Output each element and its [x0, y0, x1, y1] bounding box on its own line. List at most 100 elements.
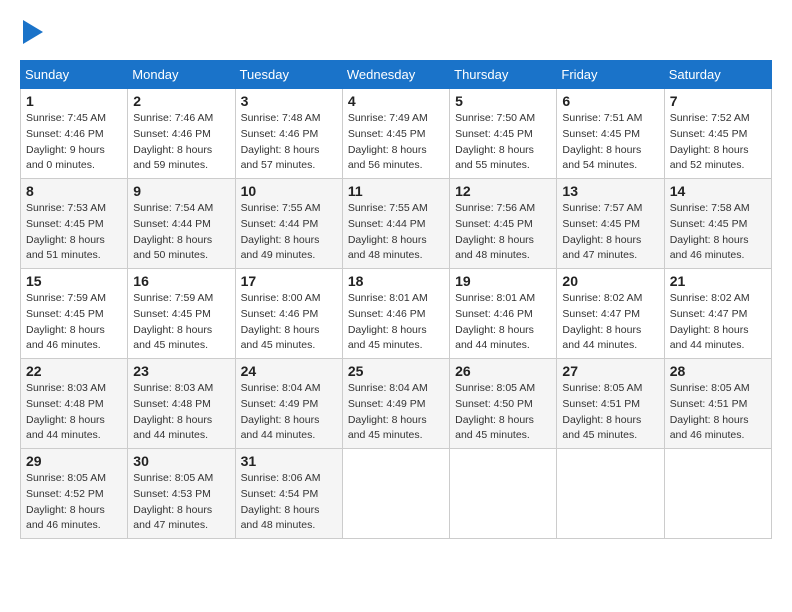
calendar-cell: 26Sunrise: 8:05 AMSunset: 4:50 PMDayligh…	[450, 359, 557, 449]
day-info: Sunrise: 8:05 AMSunset: 4:50 PMDaylight:…	[455, 381, 551, 444]
day-info: Sunrise: 7:52 AMSunset: 4:45 PMDaylight:…	[670, 111, 766, 174]
day-header-tuesday: Tuesday	[235, 61, 342, 89]
calendar-cell: 4 Sunrise: 7:49 AMSunset: 4:45 PMDaylight…	[342, 89, 449, 179]
day-number: 1	[26, 93, 122, 109]
calendar-cell: 20 Sunrise: 8:02 AMSunset: 4:47 PMDayligh…	[557, 269, 664, 359]
calendar-cell	[450, 449, 557, 539]
day-info: Sunrise: 8:04 AMSunset: 4:49 PMDaylight:…	[348, 381, 444, 444]
day-number: 11	[348, 183, 444, 199]
day-info: Sunrise: 8:05 AMSunset: 4:51 PMDaylight:…	[562, 381, 658, 444]
day-info: Sunrise: 7:53 AMSunset: 4:45 PMDaylight:…	[26, 201, 122, 264]
logo-arrow	[23, 20, 43, 44]
day-info: Sunrise: 7:48 AMSunset: 4:46 PMDaylight:…	[241, 111, 337, 174]
day-info: Sunrise: 7:56 AMSunset: 4:45 PMDaylight:…	[455, 201, 551, 264]
day-number: 6	[562, 93, 658, 109]
day-info: Sunrise: 7:58 AMSunset: 4:45 PMDaylight:…	[670, 201, 766, 264]
calendar-cell: 31 Sunrise: 8:06 AMSunset: 4:54 PMDayligh…	[235, 449, 342, 539]
day-info: Sunrise: 7:51 AMSunset: 4:45 PMDaylight:…	[562, 111, 658, 174]
day-number: 17	[241, 273, 337, 289]
calendar-header-row: SundayMondayTuesdayWednesdayThursdayFrid…	[21, 61, 772, 89]
day-info: Sunrise: 8:06 AMSunset: 4:54 PMDaylight:…	[241, 471, 337, 534]
day-number: 20	[562, 273, 658, 289]
calendar-cell	[342, 449, 449, 539]
calendar-cell: 7 Sunrise: 7:52 AMSunset: 4:45 PMDaylight…	[664, 89, 771, 179]
day-info: Sunrise: 7:55 AMSunset: 4:44 PMDaylight:…	[241, 201, 337, 264]
calendar-cell: 8 Sunrise: 7:53 AMSunset: 4:45 PMDaylight…	[21, 179, 128, 269]
calendar-cell: 17 Sunrise: 8:00 AMSunset: 4:46 PMDayligh…	[235, 269, 342, 359]
day-info: Sunrise: 7:45 AMSunset: 4:46 PMDaylight:…	[26, 111, 122, 174]
day-info: Sunrise: 7:49 AMSunset: 4:45 PMDaylight:…	[348, 111, 444, 174]
calendar-cell: 28 Sunrise: 8:05 AMSunset: 4:51 PMDayligh…	[664, 359, 771, 449]
day-info: Sunrise: 8:04 AMSunset: 4:49 PMDaylight:…	[241, 381, 337, 444]
day-header-saturday: Saturday	[664, 61, 771, 89]
day-info: Sunrise: 7:54 AMSunset: 4:44 PMDaylight:…	[133, 201, 229, 264]
day-number: 7	[670, 93, 766, 109]
day-header-monday: Monday	[128, 61, 235, 89]
calendar-week-1: 1 Sunrise: 7:45 AMSunset: 4:46 PMDaylight…	[21, 89, 772, 179]
day-info: Sunrise: 7:57 AMSunset: 4:45 PMDaylight:…	[562, 201, 658, 264]
day-number: 8	[26, 183, 122, 199]
day-info: Sunrise: 8:03 AMSunset: 4:48 PMDaylight:…	[133, 381, 229, 444]
day-number: 2	[133, 93, 229, 109]
day-info: Sunrise: 7:50 AMSunset: 4:45 PMDaylight:…	[455, 111, 551, 174]
calendar-cell	[557, 449, 664, 539]
day-number: 22	[26, 363, 122, 379]
calendar-cell: 18 Sunrise: 8:01 AMSunset: 4:46 PMDayligh…	[342, 269, 449, 359]
day-header-sunday: Sunday	[21, 61, 128, 89]
page-header	[20, 20, 772, 44]
calendar-cell: 3 Sunrise: 7:48 AMSunset: 4:46 PMDaylight…	[235, 89, 342, 179]
calendar-cell: 9 Sunrise: 7:54 AMSunset: 4:44 PMDaylight…	[128, 179, 235, 269]
day-info: Sunrise: 8:05 AMSunset: 4:51 PMDaylight:…	[670, 381, 766, 444]
calendar-cell: 22 Sunrise: 8:03 AMSunset: 4:48 PMDayligh…	[21, 359, 128, 449]
day-info: Sunrise: 8:01 AMSunset: 4:46 PMDaylight:…	[348, 291, 444, 354]
day-number: 9	[133, 183, 229, 199]
calendar-cell: 10 Sunrise: 7:55 AMSunset: 4:44 PMDayligh…	[235, 179, 342, 269]
day-number: 15	[26, 273, 122, 289]
day-info: Sunrise: 8:00 AMSunset: 4:46 PMDaylight:…	[241, 291, 337, 354]
calendar-cell: 13 Sunrise: 7:57 AMSunset: 4:45 PMDayligh…	[557, 179, 664, 269]
calendar-cell	[664, 449, 771, 539]
calendar-cell: 24Sunrise: 8:04 AMSunset: 4:49 PMDayligh…	[235, 359, 342, 449]
day-info: Sunrise: 8:05 AMSunset: 4:52 PMDaylight:…	[26, 471, 122, 534]
day-number: 13	[562, 183, 658, 199]
day-number: 30	[133, 453, 229, 469]
day-number: 4	[348, 93, 444, 109]
day-header-thursday: Thursday	[450, 61, 557, 89]
calendar-cell: 1 Sunrise: 7:45 AMSunset: 4:46 PMDaylight…	[21, 89, 128, 179]
calendar-cell: 23 Sunrise: 8:03 AMSunset: 4:48 PMDayligh…	[128, 359, 235, 449]
calendar-week-4: 22 Sunrise: 8:03 AMSunset: 4:48 PMDayligh…	[21, 359, 772, 449]
day-number: 29	[26, 453, 122, 469]
day-number: 25	[348, 363, 444, 379]
day-number: 5	[455, 93, 551, 109]
calendar-cell: 2Sunrise: 7:46 AMSunset: 4:46 PMDaylight…	[128, 89, 235, 179]
calendar-cell: 25 Sunrise: 8:04 AMSunset: 4:49 PMDayligh…	[342, 359, 449, 449]
calendar-cell: 12 Sunrise: 7:56 AMSunset: 4:45 PMDayligh…	[450, 179, 557, 269]
calendar-cell: 30 Sunrise: 8:05 AMSunset: 4:53 PMDayligh…	[128, 449, 235, 539]
day-info: Sunrise: 8:02 AMSunset: 4:47 PMDaylight:…	[562, 291, 658, 354]
calendar-cell: 27Sunrise: 8:05 AMSunset: 4:51 PMDayligh…	[557, 359, 664, 449]
calendar-table: SundayMondayTuesdayWednesdayThursdayFrid…	[20, 60, 772, 539]
calendar-week-3: 15 Sunrise: 7:59 AMSunset: 4:45 PMDayligh…	[21, 269, 772, 359]
day-info: Sunrise: 8:05 AMSunset: 4:53 PMDaylight:…	[133, 471, 229, 534]
day-number: 3	[241, 93, 337, 109]
calendar-cell: 29 Sunrise: 8:05 AMSunset: 4:52 PMDayligh…	[21, 449, 128, 539]
day-info: Sunrise: 8:03 AMSunset: 4:48 PMDaylight:…	[26, 381, 122, 444]
day-number: 12	[455, 183, 551, 199]
day-number: 19	[455, 273, 551, 289]
calendar-cell: 11 Sunrise: 7:55 AMSunset: 4:44 PMDayligh…	[342, 179, 449, 269]
calendar-cell: 14Sunrise: 7:58 AMSunset: 4:45 PMDayligh…	[664, 179, 771, 269]
day-header-wednesday: Wednesday	[342, 61, 449, 89]
day-number: 28	[670, 363, 766, 379]
calendar-cell: 5 Sunrise: 7:50 AMSunset: 4:45 PMDaylight…	[450, 89, 557, 179]
day-info: Sunrise: 8:02 AMSunset: 4:47 PMDaylight:…	[670, 291, 766, 354]
calendar-cell: 15 Sunrise: 7:59 AMSunset: 4:45 PMDayligh…	[21, 269, 128, 359]
day-info: Sunrise: 7:55 AMSunset: 4:44 PMDaylight:…	[348, 201, 444, 264]
day-info: Sunrise: 7:59 AMSunset: 4:45 PMDaylight:…	[26, 291, 122, 354]
day-number: 10	[241, 183, 337, 199]
calendar-week-5: 29 Sunrise: 8:05 AMSunset: 4:52 PMDayligh…	[21, 449, 772, 539]
day-header-friday: Friday	[557, 61, 664, 89]
day-number: 18	[348, 273, 444, 289]
day-number: 23	[133, 363, 229, 379]
calendar-cell: 6 Sunrise: 7:51 AMSunset: 4:45 PMDaylight…	[557, 89, 664, 179]
day-number: 31	[241, 453, 337, 469]
